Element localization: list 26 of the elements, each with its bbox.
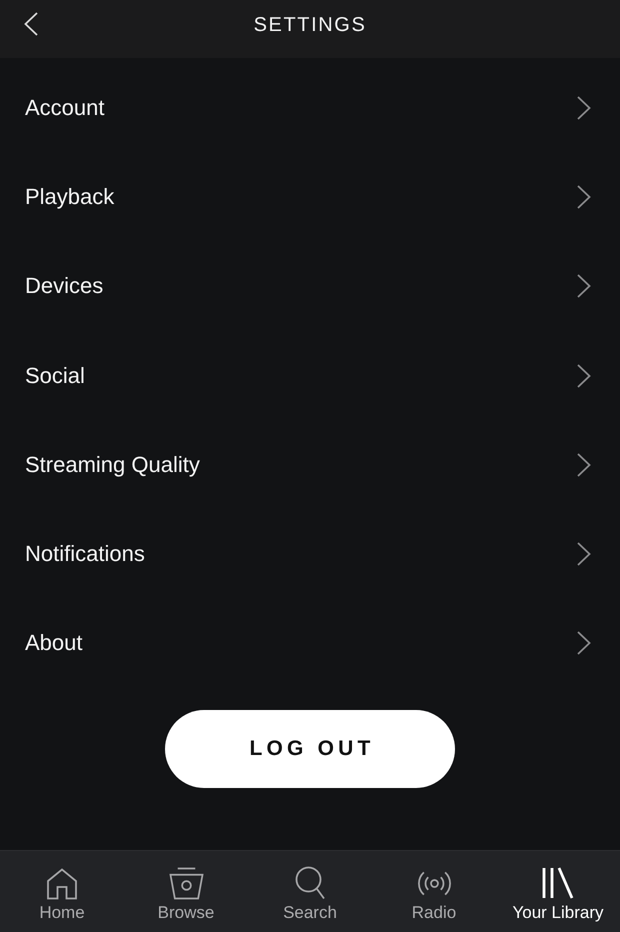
- settings-menu-item[interactable]: Playback: [0, 152, 620, 242]
- back-icon[interactable]: [24, 12, 38, 36]
- chevron-right-icon: [577, 631, 591, 656]
- chevron-right-icon: [577, 274, 591, 298]
- page-title: SETTINGS: [254, 13, 366, 37]
- chevron-right-icon: [577, 96, 591, 120]
- tab-bar-item[interactable]: Radio: [372, 851, 496, 932]
- chevron-right-icon: [577, 542, 591, 566]
- settings-menu-item[interactable]: Notifications: [0, 509, 620, 599]
- library-icon: [542, 867, 574, 899]
- chevron-right-icon: [577, 452, 591, 477]
- search-icon: [295, 866, 325, 900]
- settings-menu-item[interactable]: Social: [0, 330, 620, 420]
- basket-icon: [168, 866, 204, 900]
- settings-menu-item[interactable]: Account: [0, 63, 620, 152]
- chevron-right-icon: [577, 184, 591, 209]
- tab-bar-item[interactable]: Home: [0, 851, 124, 932]
- settings-menu-item[interactable]: Streaming Quality: [0, 420, 620, 510]
- tab-bar-item[interactable]: Your Library: [496, 851, 620, 932]
- chevron-right-icon: [577, 364, 591, 388]
- tab-bar-item[interactable]: Browse: [124, 851, 248, 932]
- settings-menu-item[interactable]: Devices: [0, 242, 620, 331]
- log-out-button[interactable]: LOG OUT: [165, 710, 455, 788]
- settings-menu-item[interactable]: About: [0, 598, 620, 688]
- tab-bar-item[interactable]: Search: [248, 851, 372, 932]
- home-icon: [46, 866, 78, 900]
